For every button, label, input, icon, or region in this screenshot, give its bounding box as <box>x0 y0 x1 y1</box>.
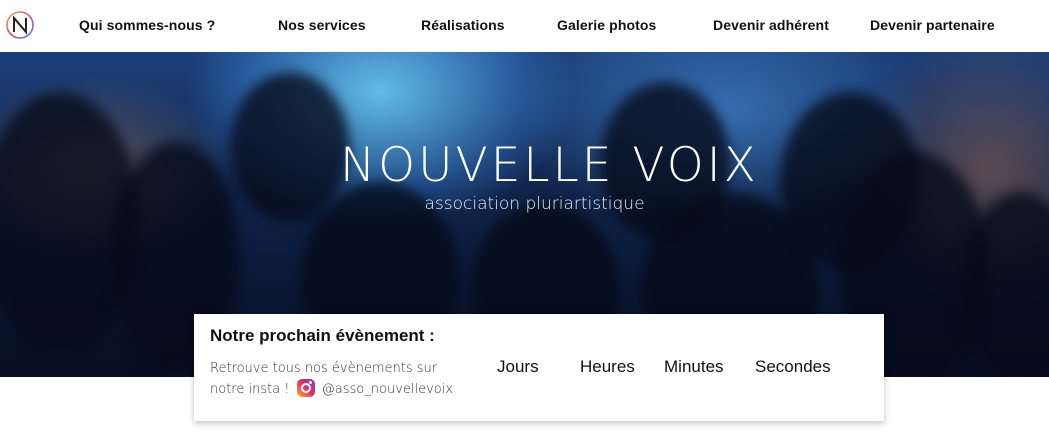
event-text-line2: notre insta ! <box>210 382 290 397</box>
nouvelle-voix-logo-icon[interactable] <box>4 9 36 41</box>
countdown-minutes-label: Minutes <box>664 357 724 376</box>
nav-item-qui-sommes-nous[interactable]: Qui sommes-nous ? <box>79 17 215 33</box>
next-event-card: Notre prochain évènement : Retrouve tous… <box>194 314 884 421</box>
instagram-handle-link[interactable]: @asso_nouvellevoix <box>322 382 453 397</box>
nav-item-galerie-photos[interactable]: Galerie photos <box>557 17 656 33</box>
nav-item-devenir-adherent[interactable]: Devenir adhérent <box>713 17 829 33</box>
nav-item-devenir-partenaire[interactable]: Devenir partenaire <box>870 17 995 33</box>
event-title: Notre prochain évènement : <box>210 326 435 345</box>
event-description: Retrouve tous nos évènements sur notre i… <box>210 359 460 400</box>
countdown-days-label: Jours <box>497 357 539 376</box>
countdown-hours-label: Heures <box>580 357 635 376</box>
countdown-seconds-label: Secondes <box>755 357 831 376</box>
instagram-icon[interactable] <box>296 379 315 397</box>
event-text-line1: Retrouve tous nos évènements sur <box>210 361 438 376</box>
nav-item-nos-services[interactable]: Nos services <box>278 17 366 33</box>
brand-title: NOUVELLE VOIX <box>340 138 759 193</box>
brand-subtitle: association pluriartistique <box>424 194 645 214</box>
top-navigation: Qui sommes-nous ? Nos services Réalisati… <box>0 0 1049 52</box>
nav-item-realisations[interactable]: Réalisations <box>421 17 505 33</box>
